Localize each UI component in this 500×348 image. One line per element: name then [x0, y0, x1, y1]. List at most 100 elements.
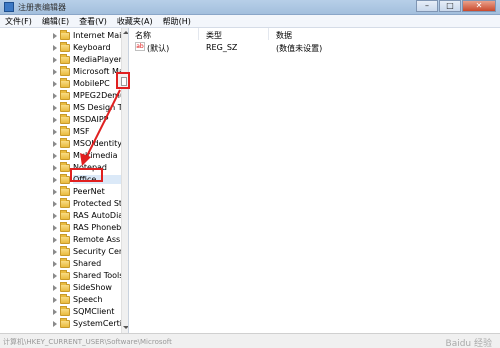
- folder-icon: [60, 270, 70, 280]
- expand-arrow-icon[interactable]: [52, 261, 58, 267]
- tree-item[interactable]: SideShow: [0, 282, 121, 294]
- tree-item-label: Protected Sto: [73, 199, 121, 208]
- expand-arrow-icon[interactable]: [52, 297, 58, 303]
- folder-icon: [60, 198, 70, 208]
- menu-file[interactable]: 文件(F): [0, 16, 37, 27]
- expand-arrow-icon[interactable]: [52, 201, 58, 207]
- expand-arrow-icon[interactable]: [52, 213, 58, 219]
- folder-icon: [60, 174, 70, 184]
- folder-icon: [60, 186, 70, 196]
- folder-icon: [60, 234, 70, 244]
- status-path: 计算机\HKEY_CURRENT_USER\Software\Microsoft: [3, 338, 172, 346]
- folder-icon: [60, 90, 70, 100]
- tree-item-label: MobilePC: [73, 79, 110, 88]
- expand-arrow-icon[interactable]: [52, 105, 58, 111]
- scroll-up-arrow-icon[interactable]: [123, 30, 128, 36]
- tree-item[interactable]: MSOIdentityC: [0, 138, 121, 150]
- expand-arrow-icon[interactable]: [52, 273, 58, 279]
- tree-item[interactable]: MSDAIPP: [0, 114, 121, 126]
- tree-item[interactable]: MediaPlayer: [0, 54, 121, 66]
- expand-arrow-icon[interactable]: [52, 141, 58, 147]
- folder-icon: [60, 150, 70, 160]
- tree-item[interactable]: Shared: [0, 258, 121, 270]
- expand-arrow-icon[interactable]: [52, 153, 58, 159]
- tree-item[interactable]: RAS Phonebo: [0, 222, 121, 234]
- tree-item[interactable]: PeerNet: [0, 186, 121, 198]
- tree-item[interactable]: Microsoft Ma: [0, 66, 121, 78]
- menu-edit[interactable]: 编辑(E): [37, 16, 74, 27]
- expand-arrow-icon[interactable]: [52, 129, 58, 135]
- expand-arrow-icon[interactable]: [52, 237, 58, 243]
- tree-item[interactable]: MPEG2Demul: [0, 90, 121, 102]
- window-controls: – □ ✕: [415, 0, 496, 12]
- tree-item[interactable]: Multimedia: [0, 150, 121, 162]
- tree-item[interactable]: Security Cent: [0, 246, 121, 258]
- expand-arrow-icon[interactable]: [52, 33, 58, 39]
- tree-item-label: Keyboard: [73, 43, 111, 52]
- string-value-icon: ab: [135, 42, 145, 51]
- tree-item[interactable]: MobilePC: [0, 78, 121, 90]
- highlighted-scroll-thumb[interactable]: [116, 72, 130, 89]
- tree-item-label: Shared: [73, 259, 102, 268]
- folder-icon: [60, 78, 70, 88]
- column-divider[interactable]: [198, 28, 199, 40]
- expand-arrow-icon[interactable]: [52, 321, 58, 327]
- expand-arrow-icon[interactable]: [52, 69, 58, 75]
- value-type: REG_SZ: [206, 43, 238, 52]
- expand-arrow-icon[interactable]: [52, 165, 58, 171]
- expand-arrow-icon[interactable]: [52, 177, 58, 183]
- tree-item[interactable]: SystemCertifi: [0, 318, 121, 330]
- tree-item-label: MSOIdentityC: [73, 139, 121, 148]
- tree-item[interactable]: Protected Sto: [0, 198, 121, 210]
- value-name[interactable]: (默认): [147, 43, 169, 54]
- tree-item[interactable]: SQMClient: [0, 306, 121, 318]
- folder-icon: [60, 54, 70, 64]
- maximize-button[interactable]: □: [439, 0, 461, 12]
- tree-item[interactable]: Remote Assis: [0, 234, 121, 246]
- column-header-data[interactable]: 数据: [276, 30, 292, 41]
- tree-item-label: RAS Phonebo: [73, 223, 121, 232]
- expand-arrow-icon[interactable]: [52, 93, 58, 99]
- folder-icon: [60, 126, 70, 136]
- menu-help[interactable]: 帮助(H): [158, 16, 196, 27]
- folder-icon: [60, 102, 70, 112]
- expand-arrow-icon[interactable]: [52, 81, 58, 87]
- column-divider[interactable]: [268, 28, 269, 40]
- expand-arrow-icon[interactable]: [52, 285, 58, 291]
- tree-item-label: MSDAIPP: [73, 115, 109, 124]
- menu-bar: 文件(F) 编辑(E) 查看(V) 收藏夹(A) 帮助(H): [0, 15, 500, 28]
- expand-arrow-icon[interactable]: [52, 117, 58, 123]
- tree-item-label: Speech: [73, 295, 103, 304]
- tree-item-label: MSF: [73, 127, 90, 136]
- tree-item-label: SystemCertifi: [73, 319, 121, 328]
- tree-item[interactable]: Shared Tools: [0, 270, 121, 282]
- expand-arrow-icon[interactable]: [52, 225, 58, 231]
- folder-icon: [60, 30, 70, 40]
- tree-item[interactable]: MS Design To: [0, 102, 121, 114]
- tree-item[interactable]: Internet Mail: [0, 30, 121, 42]
- tree-item-label: SideShow: [73, 283, 112, 292]
- tree-item-label: MS Design To: [73, 103, 121, 112]
- tree-item-label: RAS AutoDial: [73, 211, 121, 220]
- tree-item[interactable]: Keyboard: [0, 42, 121, 54]
- expand-arrow-icon[interactable]: [52, 45, 58, 51]
- expand-arrow-icon[interactable]: [52, 189, 58, 195]
- tree-item[interactable]: Speech: [0, 294, 121, 306]
- folder-icon: [60, 210, 70, 220]
- expand-arrow-icon[interactable]: [52, 249, 58, 255]
- regedit-app-icon: [4, 2, 14, 12]
- tree-item[interactable]: MSF: [0, 126, 121, 138]
- expand-arrow-icon[interactable]: [52, 309, 58, 315]
- tree-item-label: Internet Mail: [73, 31, 121, 40]
- scroll-down-arrow-icon[interactable]: [123, 325, 128, 331]
- minimize-button[interactable]: –: [416, 0, 438, 12]
- column-header-type[interactable]: 类型: [206, 30, 222, 41]
- menu-view[interactable]: 查看(V): [74, 16, 112, 27]
- tree-item-label: PeerNet: [73, 187, 105, 196]
- status-bar: 计算机\HKEY_CURRENT_USER\Software\Microsoft…: [0, 333, 500, 348]
- close-button[interactable]: ✕: [462, 0, 496, 12]
- menu-favorites[interactable]: 收藏夹(A): [112, 16, 158, 27]
- expand-arrow-icon[interactable]: [52, 57, 58, 63]
- tree-item[interactable]: RAS AutoDial: [0, 210, 121, 222]
- column-header-name[interactable]: 名称: [135, 30, 151, 41]
